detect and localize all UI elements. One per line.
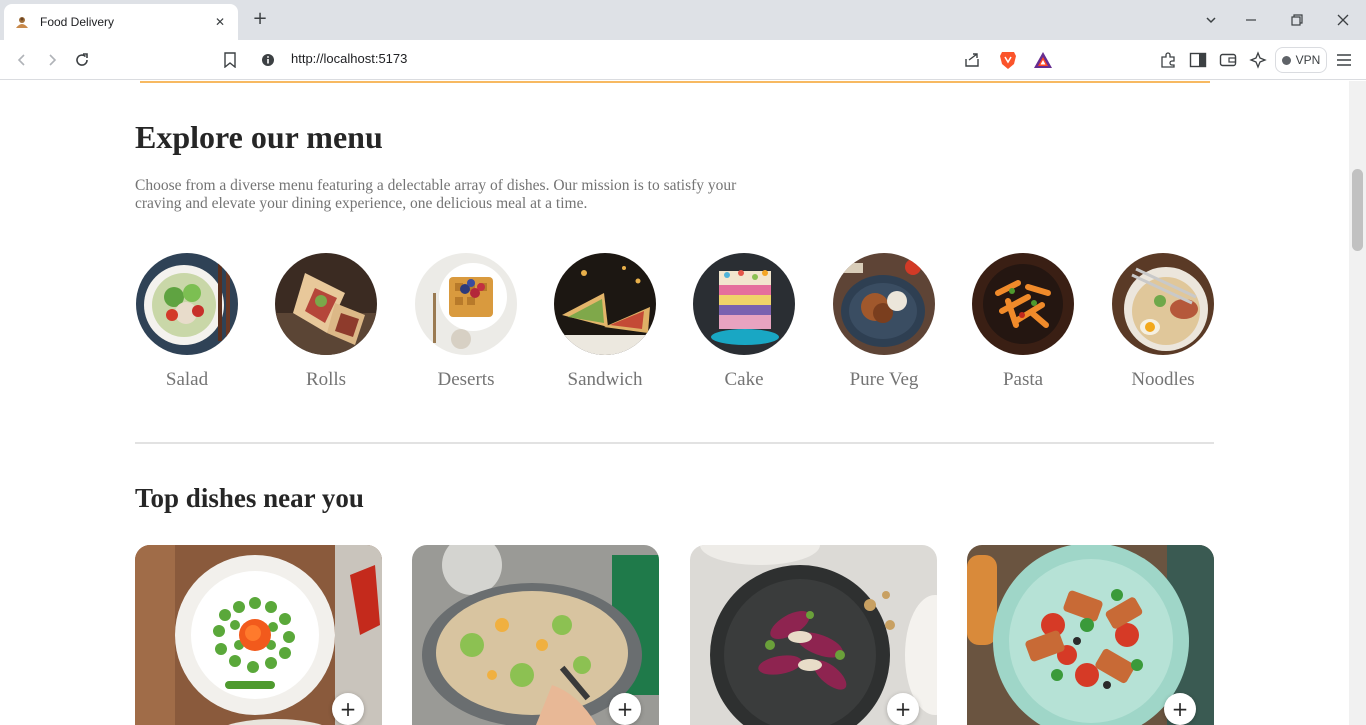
tab-title: Food Delivery [40, 15, 115, 29]
brave-rewards-icon[interactable] [1033, 50, 1053, 70]
add-to-cart-button[interactable]: + [332, 693, 364, 725]
vpn-label: VPN [1295, 53, 1321, 67]
explore-menu-description: Choose from a diverse menu featuring a d… [135, 177, 737, 212]
menu-icon[interactable] [1334, 50, 1354, 70]
pasta-image [972, 253, 1074, 355]
vpn-status-icon [1281, 55, 1291, 65]
cake-image [693, 253, 795, 355]
deserts-image [415, 253, 517, 355]
tab-search-icon[interactable] [1199, 8, 1223, 32]
header-bottom-border [140, 81, 1210, 83]
sandwich-image [554, 253, 656, 355]
explore-menu-title: Explore our menu [135, 119, 383, 155]
category-item-pasta[interactable]: Pasta [971, 253, 1075, 391]
category-item-rolls[interactable]: Rolls [274, 253, 378, 391]
salad-image [136, 253, 238, 355]
url-text[interactable]: http://localhost:5173 [291, 51, 407, 66]
category-item-salad[interactable]: Salad [135, 253, 239, 391]
add-to-cart-button[interactable]: + [887, 693, 919, 725]
bookmark-icon[interactable] [220, 50, 240, 70]
category-label: Noodles [1131, 369, 1195, 390]
category-label: Salad [165, 369, 209, 390]
close-window-icon[interactable] [1331, 8, 1355, 32]
close-tab-icon[interactable]: ✕ [212, 15, 228, 29]
category-item-pure-veg[interactable]: Pure Veg [832, 253, 936, 391]
noodles-image [1112, 253, 1214, 355]
page-scrollbar[interactable] [1349, 81, 1366, 725]
extensions-icon[interactable] [1158, 50, 1178, 70]
add-to-cart-button[interactable]: + [609, 693, 641, 725]
leo-ai-icon[interactable] [1248, 50, 1268, 70]
new-tab-button[interactable]: + [250, 9, 270, 29]
forward-icon[interactable] [42, 50, 62, 70]
category-label: Pure Veg [849, 369, 919, 390]
dish-card[interactable]: + [135, 545, 382, 725]
rolls-image [275, 253, 377, 355]
menu-category-list: Salad Rolls Deserts Sandwich Cake Pure V… [135, 253, 1215, 403]
dish-card[interactable]: + [967, 545, 1214, 725]
add-to-cart-button[interactable]: + [1164, 693, 1196, 725]
food-favicon-icon [14, 14, 30, 30]
category-label: Pasta [1002, 369, 1044, 390]
browser-tab[interactable]: Food Delivery ✕ [4, 4, 238, 40]
category-item-deserts[interactable]: Deserts [414, 253, 518, 391]
sidebar-icon[interactable] [1188, 50, 1208, 70]
top-dishes-title: Top dishes near you [135, 483, 364, 513]
page-viewport: Explore our menu Choose from a diverse m… [0, 81, 1349, 725]
category-label: Sandwich [567, 369, 643, 390]
section-divider [135, 442, 1214, 444]
wallet-icon[interactable] [1218, 50, 1238, 70]
site-info-icon[interactable] [258, 50, 278, 70]
minimize-icon[interactable] [1239, 8, 1263, 32]
category-item-noodles[interactable]: Noodles [1111, 253, 1215, 391]
dish-card[interactable]: + [690, 545, 937, 725]
category-item-cake[interactable]: Cake [692, 253, 796, 391]
reload-icon[interactable] [72, 50, 92, 70]
category-label: Rolls [305, 369, 347, 390]
vpn-button[interactable]: VPN [1275, 47, 1327, 73]
back-icon[interactable] [12, 50, 32, 70]
scrollbar-thumb[interactable] [1352, 169, 1363, 251]
pure-veg-image [833, 253, 935, 355]
share-icon[interactable] [962, 50, 982, 70]
dish-card[interactable]: + [412, 545, 659, 725]
category-label: Deserts [437, 369, 495, 390]
browser-tab-bar: Food Delivery ✕ + [0, 0, 1366, 40]
brave-shield-icon[interactable] [998, 50, 1018, 70]
category-label: Cake [724, 369, 764, 390]
restore-icon[interactable] [1285, 8, 1309, 32]
category-item-sandwich[interactable]: Sandwich [553, 253, 657, 391]
